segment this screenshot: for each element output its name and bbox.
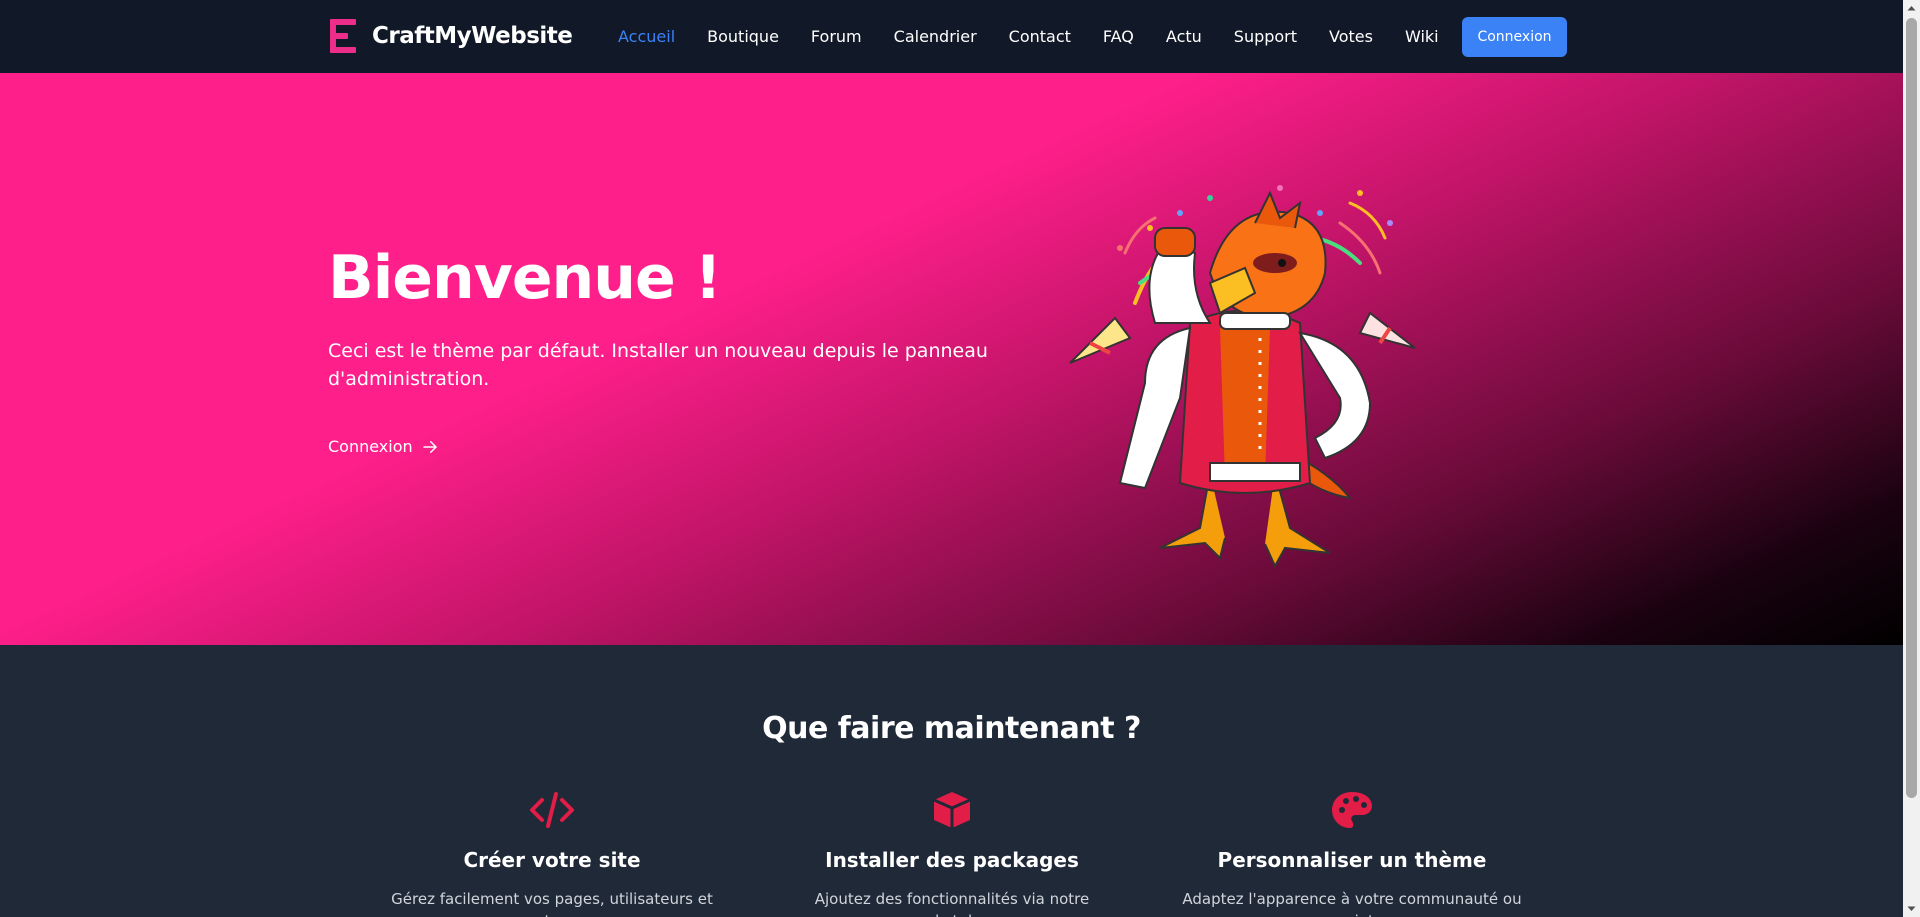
hero-login-link[interactable]: Connexion	[328, 437, 439, 456]
party-horn-right	[1358, 311, 1416, 349]
nav-item-accueil[interactable]: Accueil	[602, 26, 691, 48]
arrow-right-icon	[422, 440, 437, 453]
brand-logo[interactable]: CraftMyWebsite	[330, 18, 573, 54]
nav-item-faq[interactable]: FAQ	[1087, 26, 1150, 48]
hero-description: Ceci est le thème par défaut. Installer …	[328, 340, 988, 390]
top-navbar: CraftMyWebsite Accueil Boutique Forum Ca…	[0, 0, 1903, 73]
hero-login-label: Connexion	[328, 437, 413, 456]
scrollbar-thumb[interactable]	[1906, 18, 1917, 798]
hero-banner: Bienvenue ! Ceci est le thème par défaut…	[0, 73, 1903, 645]
nav-item-wiki[interactable]: Wiki	[1389, 26, 1455, 48]
scroll-down-icon[interactable]	[1903, 900, 1920, 917]
scroll-up-icon[interactable]	[1903, 0, 1920, 17]
feature-install-packages: Installer des packages Ajoutez des fonct…	[782, 790, 1122, 917]
nav-item-contact[interactable]: Contact	[993, 26, 1087, 48]
feature-text: Adaptez l'apparence à votre communauté o…	[1182, 890, 1522, 917]
feature-customize-theme: Personnaliser un thème Adaptez l'apparen…	[1182, 790, 1522, 917]
palette-icon	[1332, 792, 1372, 828]
party-horn-left	[1069, 316, 1132, 364]
nav-item-actu[interactable]: Actu	[1150, 26, 1218, 48]
mascot-body	[1178, 309, 1312, 494]
feature-create-site: Créer votre site Gérez facilement vos pa…	[382, 790, 722, 917]
feature-text: Ajoutez des fonctionnalités via notre ma…	[814, 890, 1090, 917]
nav-item-forum[interactable]: Forum	[795, 26, 878, 48]
brand-name: CraftMyWebsite	[372, 23, 573, 49]
nav-item-support[interactable]: Support	[1218, 26, 1313, 48]
login-button[interactable]: Connexion	[1462, 17, 1567, 57]
code-icon	[530, 792, 574, 828]
feature-title: Créer votre site	[463, 848, 641, 872]
logo-icon	[330, 18, 358, 54]
package-icon	[933, 792, 971, 828]
mascot-illustration	[1069, 185, 1416, 569]
nav-item-calendrier[interactable]: Calendrier	[878, 26, 993, 48]
main-nav: Accueil Boutique Forum Calendrier Contac…	[602, 26, 1455, 48]
mascot-head	[1208, 190, 1327, 330]
page-scrollbar[interactable]	[1903, 0, 1920, 917]
nav-item-boutique[interactable]: Boutique	[691, 26, 795, 48]
hero-title: Bienvenue !	[328, 243, 722, 313]
feature-title: Personnaliser un thème	[1217, 848, 1487, 872]
feature-text: Gérez facilement vos pages, utilisateurs…	[391, 890, 713, 917]
nav-item-votes[interactable]: Votes	[1313, 26, 1389, 48]
section-title: Que faire maintenant ?	[762, 711, 1141, 746]
feature-title: Installer des packages	[825, 848, 1079, 872]
